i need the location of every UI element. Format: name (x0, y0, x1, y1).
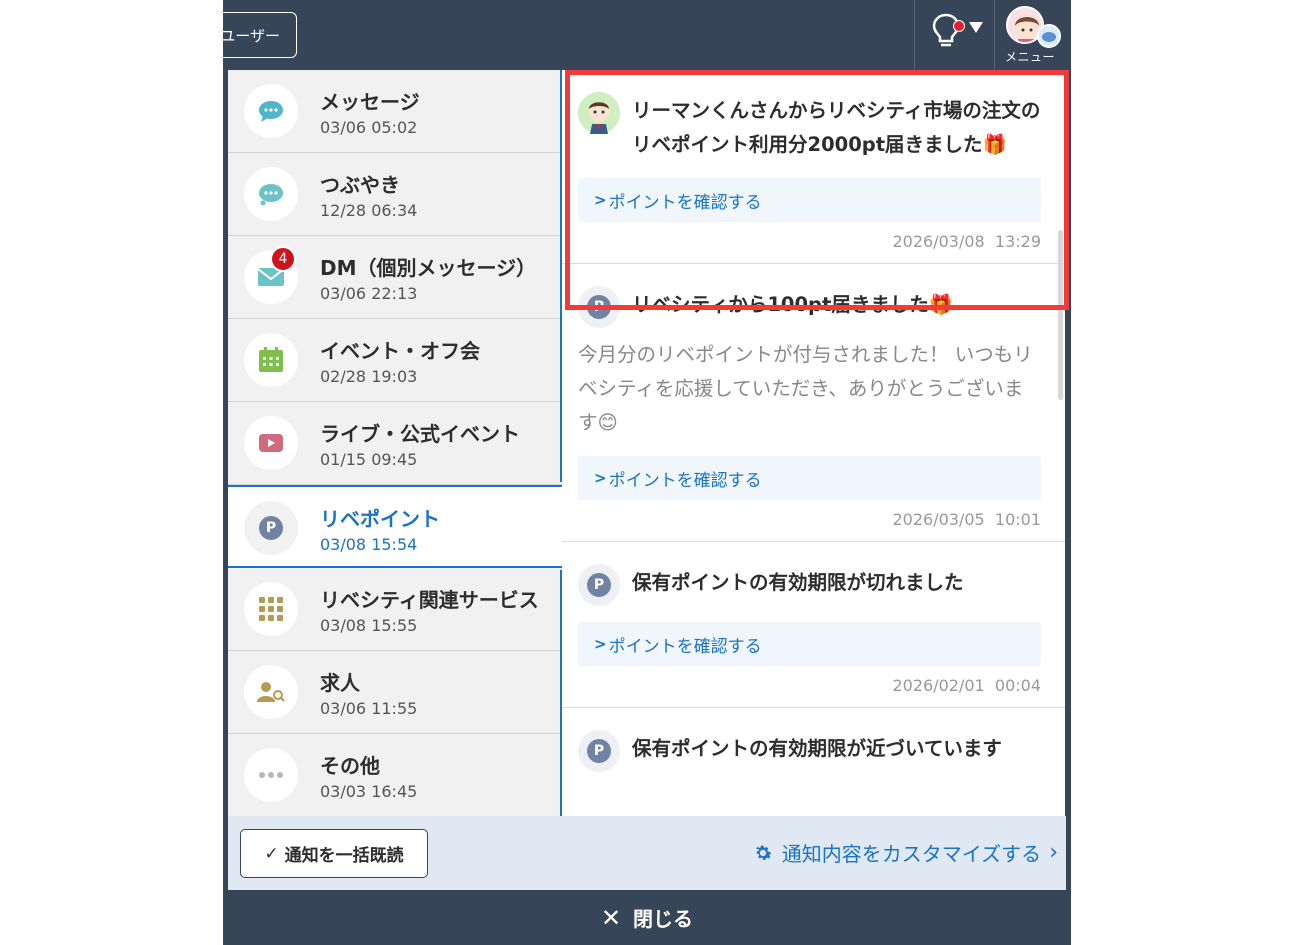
sidebar-item-date: 01/15 09:45 (320, 450, 418, 469)
sidebar-item-title: メッセージ (320, 90, 420, 114)
sidebar-item-date: 03/03 16:45 (320, 782, 418, 801)
sidebar-item-title: リベポイント (320, 507, 440, 531)
murmur-bubble-icon (244, 167, 298, 221)
sidebar-item-date: 03/08 15:55 (320, 616, 418, 635)
close-icon: ✕ (600, 903, 622, 932)
notification-timestamp: 2026/03/05 10:01 (578, 500, 1042, 541)
notification-title: 保有ポイントの有効期限が近づいています (632, 737, 1002, 760)
sidebar-item-others[interactable]: その他 03/03 16:45 (228, 734, 562, 816)
sidebar-item-messages[interactable]: メッセージ 03/06 05:02 (228, 70, 562, 153)
sidebar-item-dm[interactable]: 4 DM（個別メッセージ） 03/06 22:13 (228, 236, 562, 319)
view-points-link[interactable]: > ポイントを確認する (578, 456, 1041, 500)
customize-notifications-link[interactable]: 通知内容をカスタマイズする › (752, 838, 1058, 867)
message-bubble-icon (244, 84, 298, 138)
link-label: ポイントを確認する (608, 470, 762, 491)
unread-count-badge: 4 (270, 246, 296, 272)
notification-item[interactable]: P 保有ポイントの有効期限が近づいています (562, 708, 1065, 772)
user-button[interactable]: ユーザー (223, 12, 297, 58)
sidebar-item-related-services[interactable]: リベシティ関連サービス 03/08 15:55 (228, 568, 562, 651)
sidebar-item-title: つぶやき (320, 173, 400, 197)
top-bar-divider (994, 0, 995, 70)
category-sidebar: メッセージ 03/06 05:02 つぶやき 12/28 06:34 4 DM（… (228, 70, 562, 816)
user-button-label: ユーザー (223, 26, 280, 45)
checkmark-icon: ✓ (264, 843, 279, 864)
customize-label: 通知内容をカスタマイズする (781, 842, 1042, 866)
sidebar-item-date: 03/08 15:54 (320, 535, 418, 554)
top-bar-divider (914, 0, 915, 70)
chevron-right-icon: › (1049, 840, 1058, 865)
mark-all-read-button[interactable]: ✓ 通知を一括既読 (240, 829, 428, 878)
menu-label: メニュー (1005, 50, 1056, 64)
sidebar-item-date: 02/28 19:03 (320, 367, 418, 386)
sidebar-item-date: 03/06 22:13 (320, 284, 418, 303)
calendar-icon (244, 333, 298, 387)
chevron-down-icon (969, 22, 983, 33)
sidebar-item-title: その他 (320, 754, 380, 778)
mark-all-read-label: 通知を一括既読 (284, 846, 404, 866)
notification-title: 保有ポイントの有効期限が切れました (632, 571, 964, 594)
view-points-link[interactable]: > ポイントを確認する (578, 622, 1041, 666)
point-icon: P (578, 730, 620, 772)
top-bar: ユーザー メニュー (223, 0, 1071, 70)
sidebar-item-title: イベント・オフ会 (320, 339, 480, 363)
close-button[interactable]: ✕ 閉じる (223, 890, 1071, 945)
sidebar-item-date: 03/06 05:02 (320, 118, 418, 137)
highlight-box (565, 70, 1069, 310)
close-label: 閉じる (633, 907, 694, 931)
sidebar-item-title: 求人 (320, 671, 360, 695)
point-icon: P (244, 501, 298, 555)
hint-notification-dot (953, 20, 965, 32)
menu-button[interactable]: メニュー (1001, 4, 1067, 66)
job-search-icon (244, 665, 298, 719)
sidebar-item-date: 03/06 11:55 (320, 699, 418, 718)
sidebar-item-date: 12/28 06:34 (320, 201, 418, 220)
link-label: ポイントを確認する (608, 636, 762, 657)
badge-avatar-icon (1037, 24, 1061, 48)
notification-item[interactable]: P 保有ポイントの有効期限が切れました > ポイントを確認する 2026/02/… (562, 542, 1065, 708)
video-play-icon (244, 416, 298, 470)
notification-date: 2026/02/01 (892, 676, 985, 695)
notification-timestamp: 2026/02/01 00:04 (578, 666, 1042, 707)
chevron-right-icon: > (594, 469, 607, 487)
footer-bar: ✓ 通知を一括既読 通知内容をカスタマイズする › (228, 816, 1066, 890)
sidebar-item-ribe-points[interactable]: P リベポイント 03/08 15:54 (228, 485, 562, 568)
grid-icon (244, 582, 298, 636)
notification-body: 今月分のリベポイントが付与されました！ いつもリベシティを応援していただき、あり… (578, 343, 1033, 434)
gear-icon (755, 845, 772, 860)
chevron-right-icon: > (594, 635, 607, 653)
sidebar-item-live[interactable]: ライブ・公式イベント 01/15 09:45 (228, 402, 562, 485)
sidebar-item-murmurs[interactable]: つぶやき 12/28 06:34 (228, 153, 562, 236)
sidebar-item-title: リベシティ関連サービス (320, 588, 539, 612)
point-icon: P (578, 564, 620, 606)
sidebar-item-title: ライブ・公式イベント (320, 422, 520, 446)
more-dots-icon (244, 748, 298, 802)
hint-dropdown-button[interactable] (929, 10, 987, 56)
sidebar-item-events[interactable]: イベント・オフ会 02/28 19:03 (228, 319, 562, 402)
notification-time: 10:01 (994, 510, 1041, 529)
notification-date: 2026/03/05 (892, 510, 985, 529)
sidebar-item-title: DM（個別メッセージ） (320, 256, 537, 280)
notification-time: 00:04 (994, 676, 1041, 695)
sidebar-item-jobs[interactable]: 求人 03/06 11:55 (228, 651, 562, 734)
